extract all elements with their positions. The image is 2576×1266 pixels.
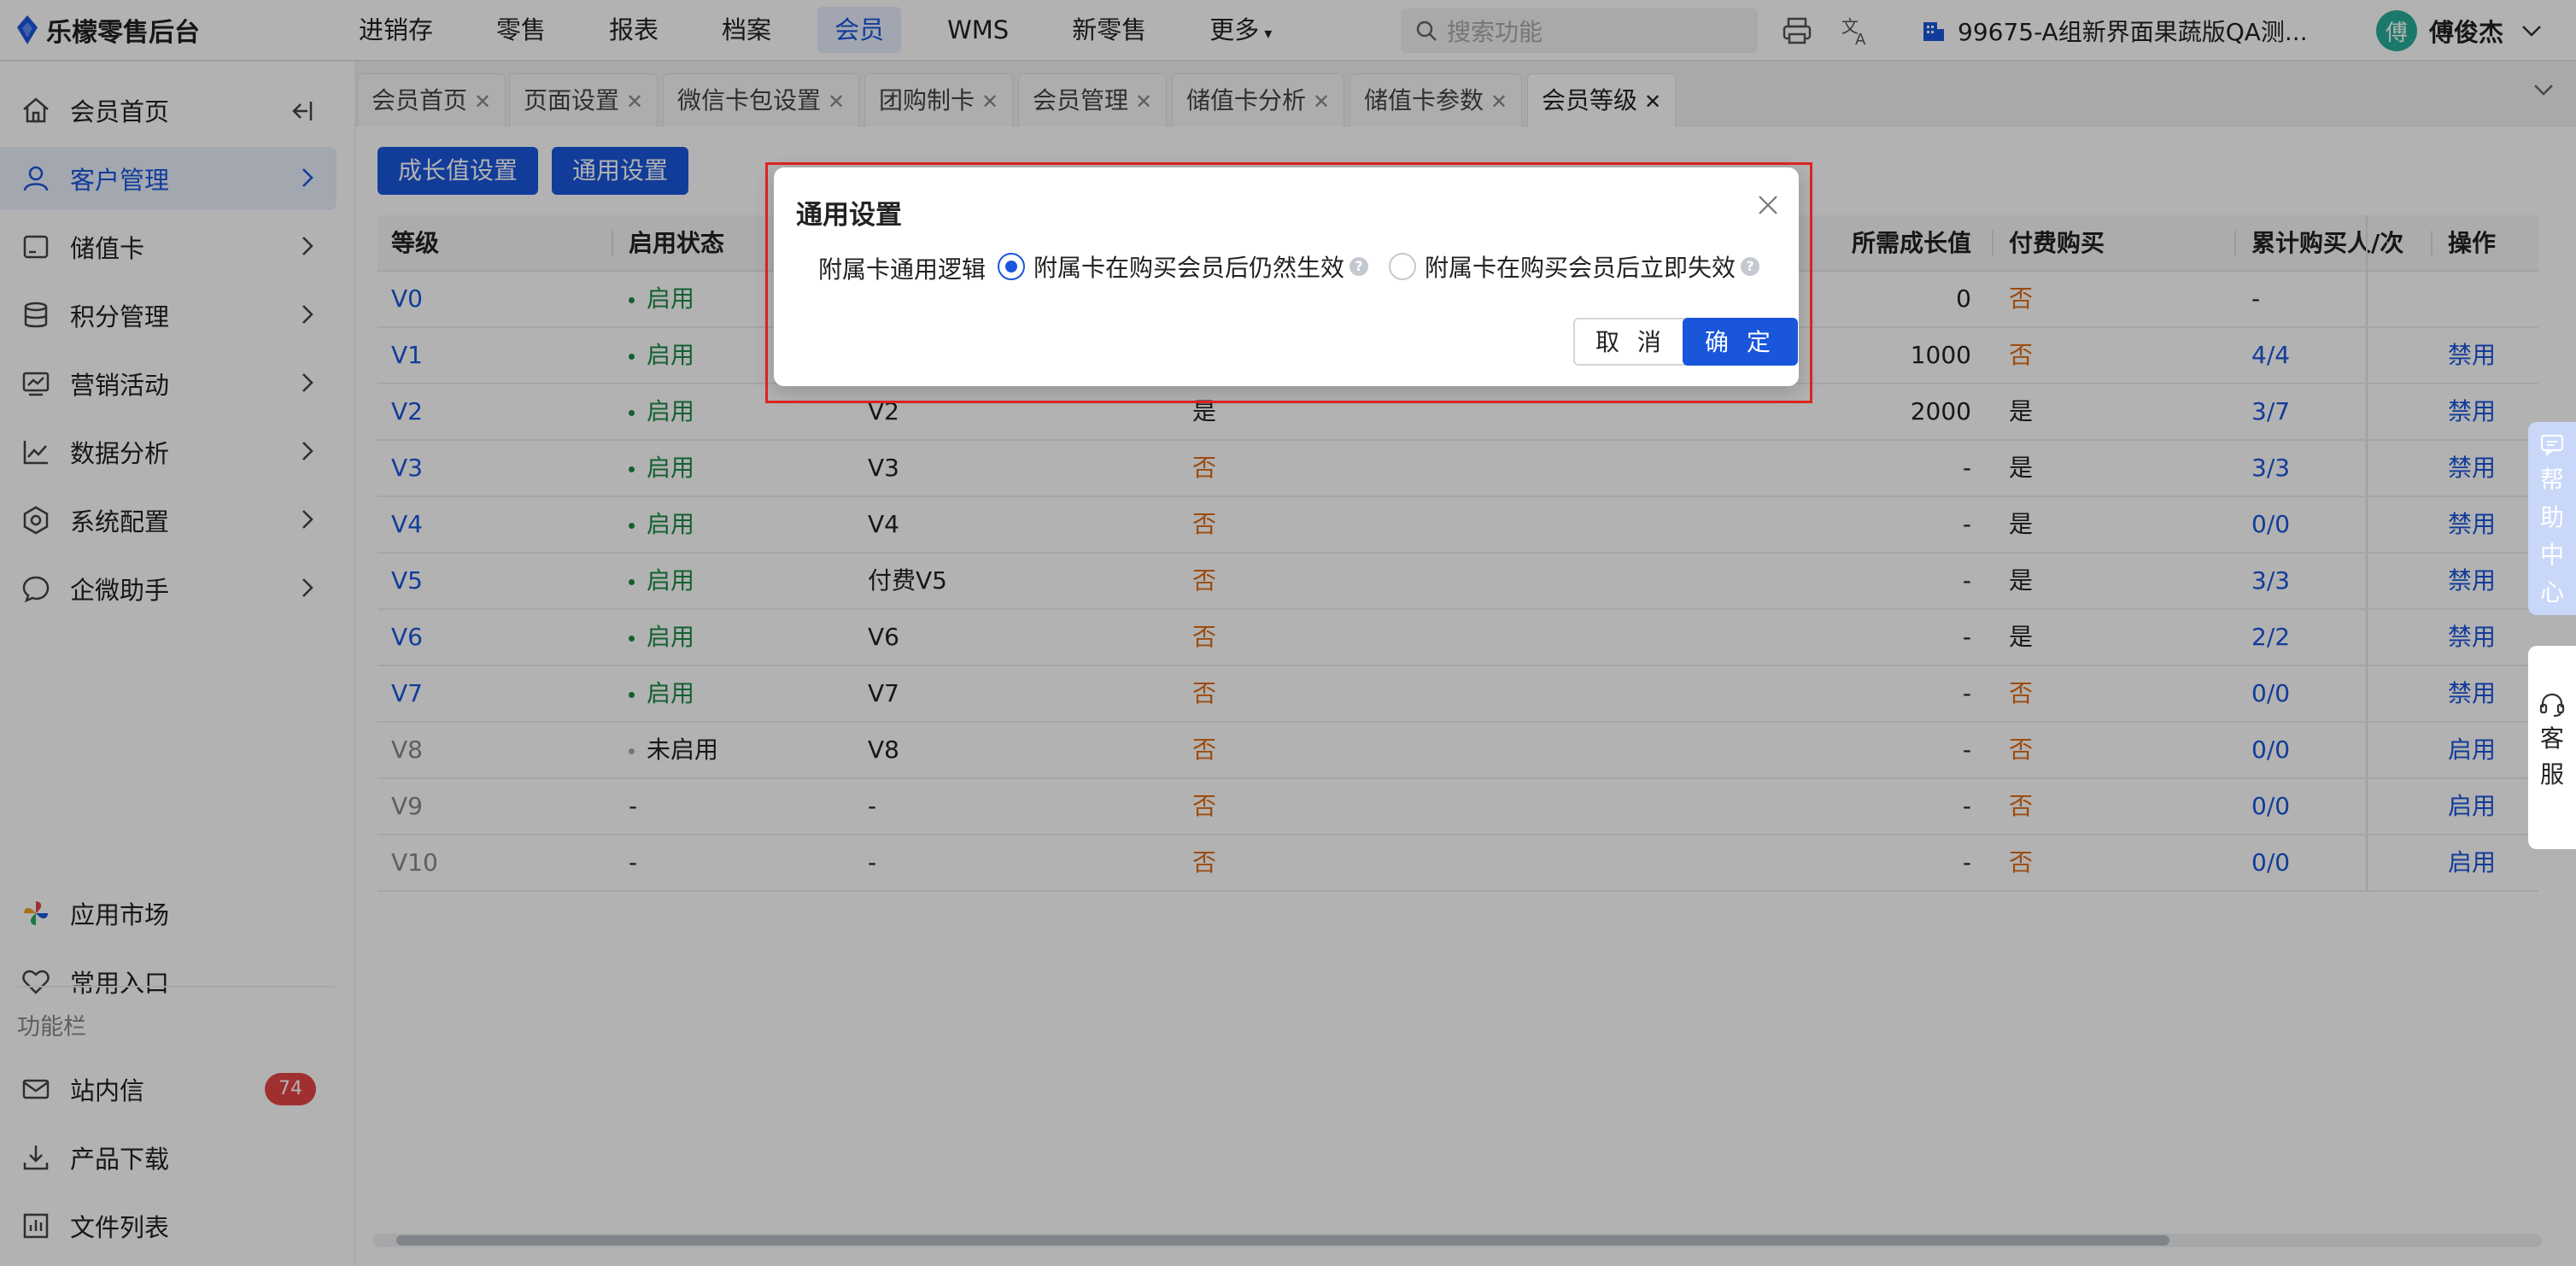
cs-char: 客: [2539, 724, 2564, 753]
dialog-title: 通用设置: [796, 200, 902, 231]
cs-char: 服: [2539, 760, 2564, 788]
radio-label: 附属卡在购买会员后仍然生效: [1033, 254, 1345, 282]
help-char: 助: [2539, 503, 2564, 531]
message-icon: [2540, 434, 2564, 456]
radio-label: 附属卡在购买会员后立即失效: [1425, 254, 1736, 282]
cancel-button[interactable]: 取 消: [1573, 318, 1689, 366]
help-char: 中: [2539, 541, 2564, 569]
radio-option-invalidate[interactable]: 附属卡在购买会员后立即失效 ?: [1389, 249, 1760, 284]
headset-icon: [2539, 693, 2565, 718]
help-icon[interactable]: ?: [1349, 257, 1369, 276]
general-settings-dialog: 通用设置 附属卡通用逻辑 附属卡在购买会员后仍然生效 ? 附属卡在购买会员后立即…: [774, 167, 1799, 386]
radio-unchecked[interactable]: [1389, 253, 1416, 280]
field-label: 附属卡通用逻辑: [818, 255, 986, 284]
help-char: 帮: [2539, 466, 2564, 494]
confirm-button[interactable]: 确 定: [1683, 318, 1798, 366]
help-center-button[interactable]: 帮 助 中 心: [2528, 422, 2576, 615]
close-icon[interactable]: [1756, 193, 1780, 217]
help-char: 心: [2539, 578, 2564, 607]
customer-service-button[interactable]: 客 服: [2528, 646, 2576, 849]
help-icon[interactable]: ?: [1741, 257, 1760, 276]
radio-checked[interactable]: [998, 253, 1025, 280]
radio-option-stay-valid[interactable]: 附属卡在购买会员后仍然生效 ?: [998, 249, 1369, 284]
